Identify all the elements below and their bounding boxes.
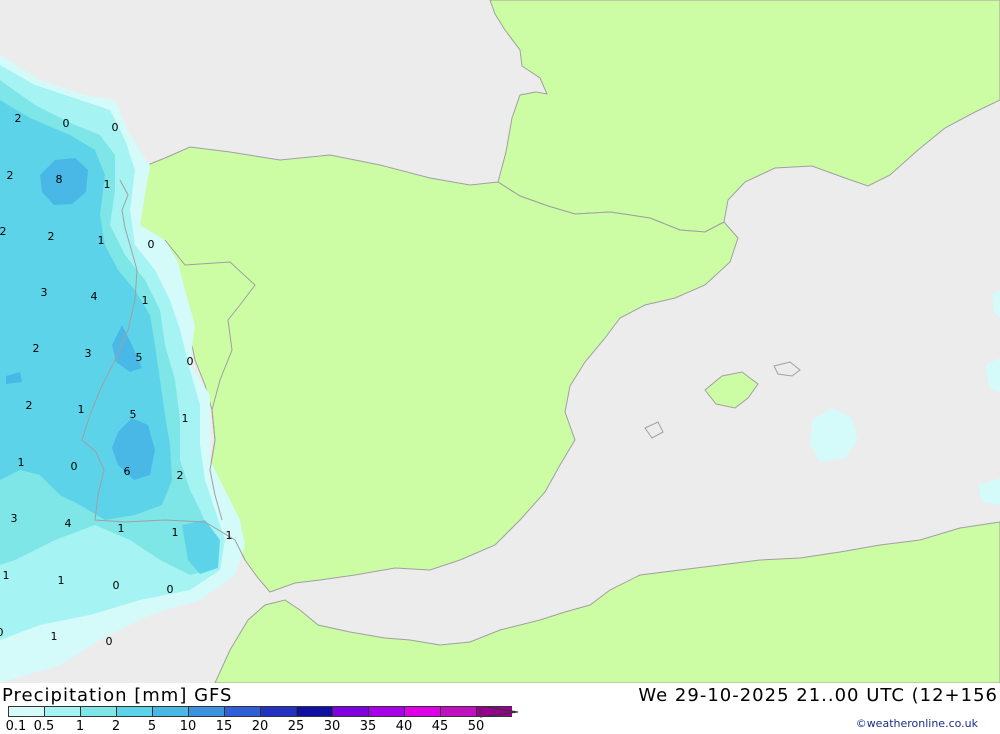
- precip-value-label: 2: [26, 399, 33, 412]
- precip-value-label: 4: [91, 290, 98, 303]
- scale-swatch: [188, 706, 224, 717]
- scale-swatch: [404, 706, 440, 717]
- precip-value-label: 3: [85, 347, 92, 360]
- precip-value-label: 6: [124, 465, 131, 478]
- precip-value-label: 2: [0, 225, 7, 238]
- precip-value-label: 1: [3, 569, 10, 582]
- precip-value-label: 8: [56, 173, 63, 186]
- scale-swatch: [80, 706, 116, 717]
- scale-label: 50: [467, 719, 485, 734]
- precip-value-label: 1: [182, 412, 189, 425]
- precip-value-label: 2: [7, 169, 14, 182]
- scale-swatch: [8, 706, 44, 717]
- precip-value-label: 2: [48, 230, 55, 243]
- map-title: Precipitation [mm] GFS: [2, 685, 233, 706]
- scale-swatch: [224, 706, 260, 717]
- precip-value-label: 5: [136, 351, 143, 364]
- precip-value-label: 2: [15, 112, 22, 125]
- scale-label: 10: [179, 719, 197, 734]
- scale-label: 2: [111, 719, 121, 734]
- precip-value-label: 2: [33, 342, 40, 355]
- precip-value-label: 3: [41, 286, 48, 299]
- precip-value-label: 1: [18, 456, 25, 469]
- precip-value-label: 1: [58, 574, 65, 587]
- scale-label: 0.1: [5, 719, 27, 734]
- precip-value-label: 0: [113, 579, 120, 592]
- precip-value-label: 0: [148, 238, 155, 251]
- precip-value-label: 4: [65, 517, 72, 530]
- precip-value-label: 2: [177, 469, 184, 482]
- precip-value-label: 1: [104, 178, 111, 191]
- precip-value-label: 3: [11, 512, 18, 525]
- scale-swatch: [260, 706, 296, 717]
- scale-swatch: [152, 706, 188, 717]
- scale-swatch: [368, 706, 404, 717]
- scale-label: 0.5: [33, 719, 55, 734]
- footer-bar: Precipitation [mm] GFS We 29-10-2025 21.…: [0, 683, 1000, 734]
- color-scale: [8, 706, 512, 718]
- precip-value-label: 0: [71, 460, 78, 473]
- precip-value-label: 0: [187, 355, 194, 368]
- scale-label: 35: [359, 719, 377, 734]
- scale-label: 1: [75, 719, 85, 734]
- credit-link[interactable]: ©weatheronline.co.uk: [856, 717, 978, 730]
- color-scale-labels: 0.1 0.5 1 2 5 10 15 20 25 30 35 40 45 50: [0, 719, 520, 734]
- precip-value-label: 0: [167, 583, 174, 596]
- scale-label: 30: [323, 719, 341, 734]
- scale-label: 40: [395, 719, 413, 734]
- precip-value-label: 1: [98, 234, 105, 247]
- precip-value-label: 1: [118, 522, 125, 535]
- forecast-datetime: We 29-10-2025 21..00 UTC (12+156: [638, 685, 998, 706]
- precip-value-label: 5: [130, 408, 137, 421]
- precip-value-label: 0: [106, 635, 113, 648]
- precip-value-label: 1: [78, 403, 85, 416]
- scale-label: 25: [287, 719, 305, 734]
- precip-value-label: 0: [112, 121, 119, 134]
- scale-swatch: [296, 706, 332, 717]
- scale-label: 45: [431, 719, 449, 734]
- scale-swatch: [332, 706, 368, 717]
- scale-label: 15: [215, 719, 233, 734]
- precip-value-label: 0: [0, 626, 4, 639]
- scale-swatch: [440, 706, 476, 717]
- scale-label: 5: [147, 719, 157, 734]
- precip-value-label: 1: [226, 529, 233, 542]
- precip-value-label: 1: [142, 294, 149, 307]
- scale-label: 20: [251, 719, 269, 734]
- precipitation-map: 2002812210341235021511062341111100010: [0, 0, 1000, 683]
- precip-value-label: 1: [51, 630, 58, 643]
- scale-swatch: [44, 706, 80, 717]
- precip-value-label: 0: [63, 117, 70, 130]
- scale-arrow: [480, 706, 519, 718]
- scale-swatch: [116, 706, 152, 717]
- precip-value-label: 1: [172, 526, 179, 539]
